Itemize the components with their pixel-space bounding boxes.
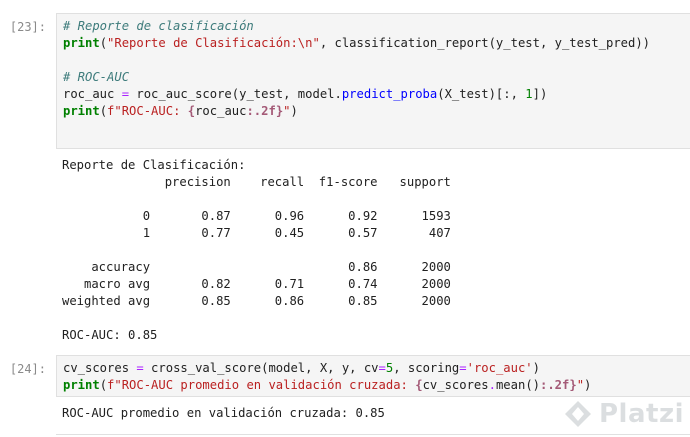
output-line: accuracy 0.86 2000 xyxy=(62,260,451,274)
cell-prompt-23: [23]: xyxy=(9,20,46,34)
output-line: weighted avg 0.85 0.86 0.85 2000 xyxy=(62,294,451,308)
code-cell-24[interactable]: cv_scores = cross_val_score(model, X, y,… xyxy=(56,355,690,397)
cell-divider xyxy=(56,434,690,435)
watermark-text: Platzi xyxy=(599,399,684,429)
output-line: macro avg 0.82 0.71 0.74 2000 xyxy=(62,277,451,291)
code-line-print-cv: print(f"ROC-AUC promedio en validación c… xyxy=(63,378,592,392)
code-line-comment-report: # Reporte de clasificación xyxy=(63,19,254,33)
code-line-comment-roc: # ROC-AUC xyxy=(63,70,130,84)
cell-prompt-24: [24]: xyxy=(9,362,46,376)
code-line-print-roc: print(f"ROC-AUC: {roc_auc:.2f}") xyxy=(63,104,298,118)
output-line: ROC-AUC: 0.85 xyxy=(62,328,158,342)
output-area-23: Reporte de Clasificación: precision reca… xyxy=(56,157,690,344)
code-cell-23[interactable]: # Reporte de clasificación print("Report… xyxy=(56,13,690,149)
platzi-logo-icon xyxy=(565,401,591,427)
output-line: Reporte de Clasificación: xyxy=(62,158,246,172)
platzi-watermark: Platzi xyxy=(563,399,684,429)
output-line: precision recall f1-score support xyxy=(62,175,451,189)
code-line-roc-assign: roc_auc = roc_auc_score(y_test, model.pr… xyxy=(63,87,548,101)
output-line: 1 0.77 0.45 0.57 407 xyxy=(62,226,451,240)
output-line: 0 0.87 0.96 0.92 1593 xyxy=(62,209,451,223)
code-line-cv-assign: cv_scores = cross_val_score(model, X, y,… xyxy=(63,361,540,375)
code-line-print-report: print("Reporte de Clasificación:\n", cla… xyxy=(63,36,651,50)
